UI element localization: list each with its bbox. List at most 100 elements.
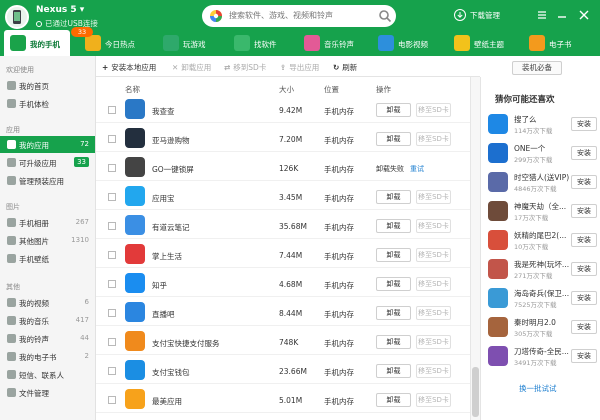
move-to-sd-button[interactable]: 移至SD卡 (416, 306, 451, 320)
recommend-install-button[interactable]: 安装 (571, 146, 597, 160)
uninstall-app-button[interactable]: 卸载 (376, 248, 411, 262)
recommend-install-button[interactable]: 安装 (571, 204, 597, 218)
row-checkbox[interactable] (108, 367, 116, 375)
recommend-item[interactable]: 时空猎人(送VIP) 4846万次下载 安装 (481, 171, 600, 194)
recommend-install-button[interactable]: 安装 (571, 117, 597, 131)
row-checkbox[interactable] (108, 280, 116, 288)
recommend-item[interactable]: 海岛奇兵(保卫... 7525万次下载 安装 (481, 287, 600, 310)
recommend-item[interactable]: ONE一个 299万次下载 安装 (481, 142, 600, 165)
row-checkbox[interactable] (108, 396, 116, 404)
sidebar-item-upgradable[interactable]: 可升级应用 33 (0, 154, 95, 171)
nav-tab-ebook[interactable]: 电子书 (523, 30, 583, 56)
table-row[interactable]: 直播吧 8.44M 手机内存 卸载 移至SD卡 (96, 299, 470, 326)
recommend-install-button[interactable]: 安装 (571, 262, 597, 276)
row-checkbox[interactable] (108, 106, 116, 114)
uninstall-app-button[interactable]: 卸载 (376, 306, 411, 320)
move-to-sd-button[interactable]: 移至SD卡 (416, 248, 451, 262)
sidebar-item-home[interactable]: 我的首页 (0, 77, 95, 94)
nav-tab-music[interactable]: 音乐铃声 (298, 30, 366, 56)
sidebar-item-files[interactable]: 文件管理 (0, 384, 95, 401)
sidebar-item-my-apps[interactable]: 我的应用 72 (0, 136, 95, 153)
scrollbar[interactable] (470, 77, 480, 420)
table-row[interactable]: 知乎 4.68M 手机内存 卸载 移至SD卡 (96, 270, 470, 297)
header-name[interactable]: 名称 (125, 84, 140, 95)
table-row[interactable]: 支付宝快捷支付服务 748K 手机内存 卸载 移至SD卡 (96, 328, 470, 355)
row-checkbox[interactable] (108, 164, 116, 172)
scrollbar-thumb[interactable] (472, 367, 479, 417)
uninstall-app-button[interactable]: 卸载 (376, 277, 411, 291)
recommend-item[interactable]: 我是死神(玩坏... 271万次下载 安装 (481, 258, 600, 281)
table-row[interactable]: GO一键锁屏 126K 手机内存 卸载失败 重试 (96, 154, 470, 181)
uninstall-app-button[interactable]: 卸载 (376, 219, 411, 233)
header-size[interactable]: 大小 (279, 84, 294, 95)
device-avatar[interactable] (5, 5, 29, 29)
move-to-sd-button[interactable]: 移至SD卡 (416, 219, 451, 233)
uninstall-app-button[interactable]: 卸载 (376, 103, 411, 117)
sidebar-item-album[interactable]: 手机相册 267 (0, 214, 95, 231)
nav-tab-software[interactable]: 找软件 (228, 30, 288, 56)
uninstall-app-button[interactable]: 卸载 (376, 335, 411, 349)
uninstall-button[interactable]: ✕ 卸载应用 (172, 62, 211, 73)
export-button[interactable]: ⇪ 导出应用 (280, 62, 319, 73)
uninstall-app-button[interactable]: 卸载 (376, 190, 411, 204)
table-row[interactable]: 掌上生活 7.44M 手机内存 卸载 移至SD卡 (96, 241, 470, 268)
table-row[interactable]: 应用宝 3.45M 手机内存 卸载 移至SD卡 (96, 183, 470, 210)
sidebar-item-ringtones[interactable]: 我的铃声 44 (0, 330, 95, 347)
sidebar-item-preinstalled[interactable]: 管理预装应用 (0, 172, 95, 189)
download-manager-button[interactable]: 下载管理 (454, 9, 500, 21)
row-checkbox[interactable] (108, 193, 116, 201)
essentials-button[interactable]: 装机必备 (512, 61, 562, 75)
recommend-item[interactable]: 妖精的尾巴2(... 10万次下载 安装 (481, 229, 600, 252)
move-sd-button[interactable]: ⇄ 移到SD卡 (224, 62, 266, 73)
menu-icon[interactable] (536, 9, 548, 21)
header-location[interactable]: 位置 (324, 84, 339, 95)
install-local-button[interactable]: + 安装本地应用 (102, 62, 156, 73)
row-checkbox[interactable] (108, 251, 116, 259)
row-checkbox[interactable] (108, 338, 116, 346)
minimize-icon[interactable] (556, 9, 568, 21)
search-box[interactable]: 搜索软件、游戏、视频和铃声 (202, 5, 396, 27)
refresh-recommend-link[interactable]: 换一批试试 (519, 383, 557, 394)
table-row[interactable]: 有道云笔记 35.68M 手机内存 卸载 移至SD卡 (96, 212, 470, 239)
nav-tab-video[interactable]: 电影视频 (372, 30, 440, 56)
move-to-sd-button[interactable]: 移至SD卡 (416, 393, 451, 407)
row-checkbox[interactable] (108, 222, 116, 230)
move-to-sd-button[interactable]: 移至SD卡 (416, 132, 451, 146)
nav-tab-wallpaper[interactable]: 壁纸主题 (448, 30, 516, 56)
sidebar-item-wallpaper[interactable]: 手机壁纸 (0, 250, 95, 267)
recommend-item[interactable]: 秦时明月2.0 305万次下载 安装 (481, 316, 600, 339)
device-name[interactable]: Nexus 5 ▾ (36, 5, 84, 15)
nav-tab-games[interactable]: 玩游戏 (157, 30, 217, 56)
recommend-install-button[interactable]: 安装 (571, 175, 597, 189)
table-row[interactable]: 我查查 9.42M 手机内存 卸载 移至SD卡 (96, 96, 470, 123)
move-to-sd-button[interactable]: 移至SD卡 (416, 335, 451, 349)
search-input[interactable]: 搜索软件、游戏、视频和铃声 (229, 10, 333, 21)
recommend-install-button[interactable]: 安装 (571, 320, 597, 334)
move-to-sd-button[interactable]: 移至SD卡 (416, 364, 451, 378)
row-checkbox[interactable] (108, 135, 116, 143)
table-row[interactable]: 亚马逊购物 7.20M 手机内存 卸载 移至SD卡 (96, 125, 470, 152)
recommend-item[interactable]: 刀塔传奇-全民... 3491万次下载 安装 (481, 345, 600, 368)
uninstall-app-button[interactable]: 卸载 (376, 364, 411, 378)
move-to-sd-button[interactable]: 移至SD卡 (416, 277, 451, 291)
close-icon[interactable] (578, 9, 590, 21)
device-info[interactable]: Nexus 5 ▾ 已通过USB连接 (2, 3, 127, 30)
retry-link[interactable]: 重试 (410, 164, 424, 174)
table-row[interactable]: 支付宝钱包 23.66M 手机内存 卸载 移至SD卡 (96, 357, 470, 384)
move-to-sd-button[interactable]: 移至SD卡 (416, 190, 451, 204)
recommend-install-button[interactable]: 安装 (571, 233, 597, 247)
uninstall-app-button[interactable]: 卸载 (376, 393, 411, 407)
sidebar-item-checkup[interactable]: 手机体检 (0, 95, 95, 112)
nav-tab-my-phone[interactable]: 我的手机 (4, 30, 70, 56)
table-row[interactable]: 最美应用 5.01M 手机内存 卸载 移至SD卡 (96, 386, 470, 413)
row-checkbox[interactable] (108, 309, 116, 317)
sidebar-item-other-images[interactable]: 其他图片 1310 (0, 232, 95, 249)
recommend-item[interactable]: 神魔天劫（全... 17万次下载 安装 (481, 200, 600, 223)
refresh-button[interactable]: ↻ 刷新 (333, 62, 357, 73)
recommend-item[interactable]: 搜了么 114万次下载 安装 (481, 113, 600, 136)
move-to-sd-button[interactable]: 移至SD卡 (416, 103, 451, 117)
sidebar-item-music[interactable]: 我的音乐 417 (0, 312, 95, 329)
sidebar-item-ebooks[interactable]: 我的电子书 2 (0, 348, 95, 365)
sidebar-item-sms-contacts[interactable]: 短信、联系人 (0, 366, 95, 383)
uninstall-app-button[interactable]: 卸载 (376, 132, 411, 146)
